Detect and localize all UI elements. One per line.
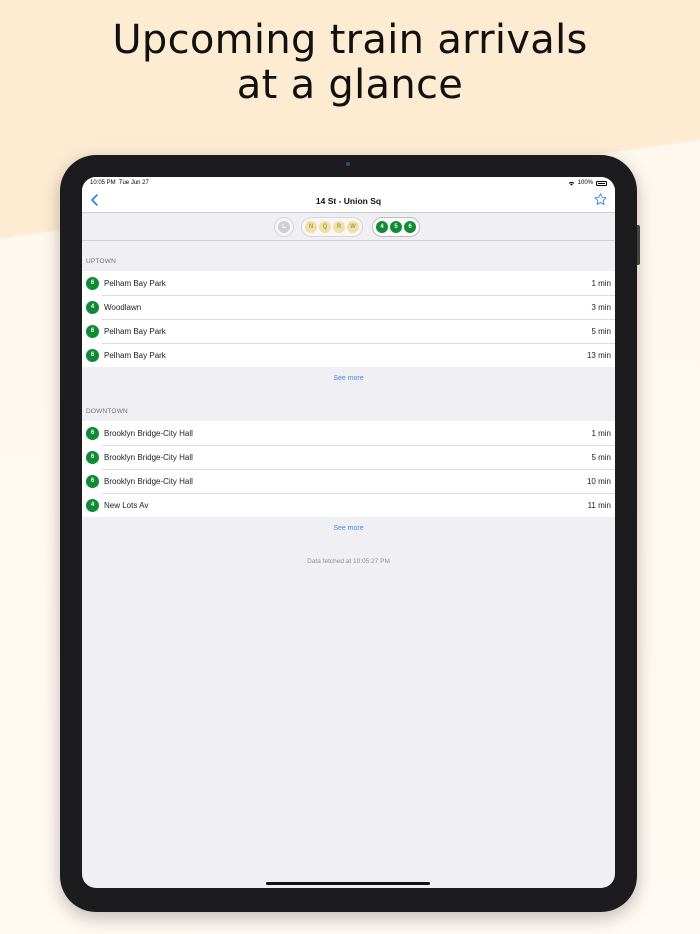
- eta-label: 3 min: [591, 302, 611, 312]
- star-outline-icon[interactable]: [593, 192, 608, 207]
- navigation-bar: 14 St - Union Sq: [82, 189, 615, 213]
- route-bullet: 4: [376, 221, 388, 233]
- destination-label: Pelham Bay Park: [104, 350, 166, 360]
- eta-label: 11 min: [587, 500, 611, 510]
- route-bullet: L: [278, 221, 290, 233]
- route-bullet: 6: [86, 450, 99, 464]
- station-title: 14 St - Union Sq: [315, 196, 382, 206]
- downtown-arrivals-list: 6 Brooklyn Bridge-City Hall 1 min 6 Brooklyn…: [82, 421, 615, 517]
- route-bullet: N: [305, 221, 317, 233]
- route-bullet: 4: [86, 300, 99, 314]
- eta-label: 1 min: [591, 428, 611, 438]
- home-indicator[interactable]: [266, 882, 430, 885]
- uptown-arrivals-list: 6 Pelham Bay Park 1 min 4 Woodlawn 3 min 6 Pelh…: [82, 271, 615, 367]
- line-group-nqrw[interactable]: NQRW: [301, 217, 363, 237]
- route-bullet: 6: [86, 276, 99, 290]
- headline-line-1: Upcoming train arrivals: [112, 17, 588, 63]
- route-bullet: 6: [86, 324, 99, 338]
- eta-label: 5 min: [591, 326, 611, 336]
- data-fetched-timestamp: Data fetched at 10:05:27 PM: [307, 558, 390, 565]
- app-screen: 10:05 PM Tue Jun 27 100% 14 St - Union S…: [82, 177, 615, 888]
- downtown-header: DOWNTOWN: [86, 408, 128, 415]
- uptown-see-more-link[interactable]: See more: [82, 375, 615, 382]
- camera-icon: [346, 162, 350, 166]
- destination-label: Brooklyn Bridge-City Hall: [104, 428, 193, 438]
- uptown-header: UPTOWN: [86, 258, 116, 265]
- destination-label: Brooklyn Bridge-City Hall: [104, 476, 193, 486]
- eta-label: 1 min: [591, 278, 611, 288]
- arrival-row[interactable]: 4 Woodlawn 3 min: [82, 295, 615, 319]
- route-bullet: 4: [86, 498, 99, 512]
- destination-label: Pelham Bay Park: [104, 326, 166, 336]
- status-time: 10:05 PM Tue Jun 27: [90, 180, 149, 186]
- status-bar: 10:05 PM Tue Jun 27 100%: [82, 177, 615, 189]
- arrival-row[interactable]: 6 Brooklyn Bridge-City Hall 10 min: [82, 469, 615, 493]
- destination-label: Pelham Bay Park: [104, 278, 166, 288]
- volume-button: [637, 225, 640, 265]
- route-bullet: 6: [404, 221, 416, 233]
- battery-percent: 100%: [577, 180, 593, 186]
- headline-line-2: at a glance: [236, 62, 464, 108]
- downtown-see-more-link[interactable]: See more: [82, 525, 615, 532]
- eta-label: 10 min: [586, 476, 611, 486]
- route-bullet: Q: [319, 221, 331, 233]
- arrival-row[interactable]: 6 Pelham Bay Park 5 min: [82, 319, 615, 343]
- wifi-icon: [568, 181, 574, 186]
- battery-icon: [596, 180, 607, 186]
- route-bullet: 6: [86, 474, 99, 488]
- headline: Upcoming train arrivals at a glance: [0, 18, 700, 108]
- line-group-l[interactable]: L: [274, 217, 294, 237]
- arrival-row[interactable]: 4 New Lots Av 11 min: [82, 493, 615, 517]
- eta-label: 13 min: [586, 350, 611, 360]
- status-right: 100%: [568, 180, 607, 186]
- arrival-row[interactable]: 6 Pelham Bay Park 13 min: [82, 343, 615, 367]
- route-bullet: 6: [86, 426, 99, 440]
- arrival-row[interactable]: 6 Brooklyn Bridge-City Hall 1 min: [82, 421, 615, 445]
- destination-label: Brooklyn Bridge-City Hall: [104, 452, 193, 462]
- route-bullet: R: [333, 221, 345, 233]
- line-group-456[interactable]: 456: [372, 217, 420, 237]
- line-selector: L NQRW 456: [82, 213, 615, 241]
- route-bullet: W: [347, 221, 359, 233]
- arrival-row[interactable]: 6 Brooklyn Bridge-City Hall 5 min: [82, 445, 615, 469]
- route-bullet: 5: [390, 221, 402, 233]
- arrival-row[interactable]: 6 Pelham Bay Park 1 min: [82, 271, 615, 295]
- eta-label: 5 min: [591, 452, 611, 462]
- destination-label: New Lots Av: [104, 500, 149, 510]
- destination-label: Woodlawn: [104, 302, 142, 312]
- route-bullet: 6: [86, 348, 99, 362]
